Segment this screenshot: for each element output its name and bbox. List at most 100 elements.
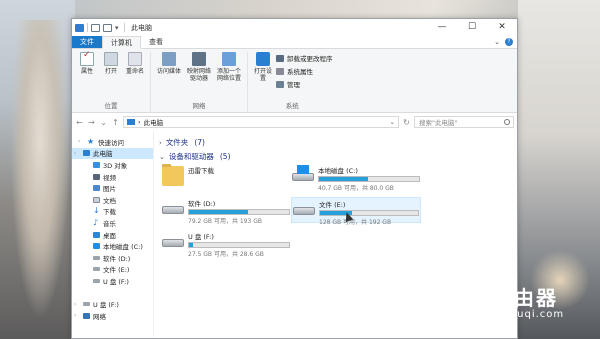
nav-item[interactable]: 文件 (E:) <box>72 264 153 276</box>
back-arrow-icon[interactable]: ← <box>75 118 84 127</box>
new-folder-quick-icon[interactable] <box>103 23 112 32</box>
network-icon <box>83 312 90 319</box>
window-title: 此电脑 <box>131 23 152 32</box>
forward-arrow-icon[interactable]: → <box>87 118 96 127</box>
navigation-pane: › ★ 快速访问 › 此电脑 3D 对象视频图片 文档 ↓ 下载 ♪ 音乐 桌面本地磁盘 (C:) 软件… <box>72 131 154 337</box>
open-button[interactable]: 打开 <box>100 52 122 100</box>
help-icon[interactable]: ? <box>505 38 513 46</box>
ribbon-group-system: 打开设置 卸载或更改程序 系统属性 管理 系统 <box>248 52 337 112</box>
drive-icon <box>93 255 100 260</box>
map-network-drive-button[interactable]: 映射网络驱动器 <box>185 52 213 100</box>
folders-section-label: 文件夹 <box>165 138 189 147</box>
chevron-right-icon: › <box>138 118 141 126</box>
star-icon: ★ <box>87 136 95 146</box>
network-location-icon <box>222 52 236 66</box>
nav-item-label: 本地磁盘 (C:) <box>103 243 143 252</box>
system-properties-button[interactable]: 系统属性 <box>276 66 333 76</box>
folder-icon <box>162 164 184 187</box>
capacity-text: 40.7 GB 可用，共 80.0 GB <box>318 185 394 192</box>
capacity-bar <box>188 209 290 215</box>
chevron-down-icon[interactable]: ▾ <box>115 24 121 32</box>
nav-item-label: 文件 (E:) <box>103 266 130 275</box>
nav-item[interactable]: › 此电脑 <box>72 147 153 160</box>
open-icon <box>104 52 118 66</box>
nav-item-label: 视频 <box>103 173 116 182</box>
devices-section-label: 设备和驱动器 <box>168 152 214 161</box>
chevron-down-icon[interactable]: ⌄ <box>390 118 398 126</box>
open-settings-button[interactable]: 打开设置 <box>252 52 274 100</box>
watermark-cn: 路由器 <box>492 285 558 310</box>
chevron-right-icon[interactable]: › <box>74 150 80 157</box>
nav-item[interactable]: 桌面 <box>72 229 153 241</box>
nav-item[interactable]: 图片 <box>72 182 153 194</box>
nav-item[interactable]: U 盘 (F:) <box>72 275 153 287</box>
nav-item[interactable]: 软件 (D:) <box>72 252 153 264</box>
windows-drive-icon <box>292 165 314 187</box>
system-properties-icon <box>276 67 284 75</box>
drive-icon <box>293 199 315 221</box>
chevron-right-icon[interactable]: › <box>78 138 84 145</box>
close-button[interactable]: ✕ <box>487 19 517 36</box>
tile-name: 软件 (D:) <box>188 200 216 208</box>
manage-button[interactable]: 管理 <box>276 79 333 89</box>
nav-item[interactable]: › U 盘 (F:) <box>72 298 153 310</box>
address-path: 此电脑 <box>143 119 164 127</box>
add-network-location-button[interactable]: 添加一个网络位置 <box>215 52 243 100</box>
chevron-right-icon[interactable]: › <box>74 301 80 308</box>
uninstall-program-button[interactable]: 卸载或更改程序 <box>276 53 333 63</box>
nav-item[interactable]: 3D 对象 <box>72 159 153 171</box>
chevron-down-icon[interactable]: ⌄ <box>494 38 500 46</box>
drive-tile[interactable]: U 盘 (F:) 27.5 GB 可用，共 28.6 GB <box>161 230 291 258</box>
desktop-icon <box>93 231 100 238</box>
folders-section-header[interactable]: › 文件夹 (7) <box>159 137 517 148</box>
pictures-icon <box>93 185 100 192</box>
search-icon <box>504 119 510 125</box>
nav-item[interactable]: › 网络 <box>72 310 153 322</box>
rename-label: 重命名 <box>125 68 144 75</box>
site-watermark: 路由器 luyouqi.com <box>454 278 594 328</box>
nav-item[interactable]: 本地磁盘 (C:) <box>72 240 153 252</box>
maximize-button[interactable]: ☐ <box>457 19 487 36</box>
nav-item-label: 图片 <box>103 185 116 194</box>
properties-button[interactable]: 属性 <box>76 52 98 100</box>
folders-section-count: (7) <box>194 138 205 147</box>
properties-quick-icon[interactable] <box>91 23 100 32</box>
address-field[interactable]: › 此电脑 ⌄ <box>123 116 399 128</box>
nav-item[interactable]: ↓ 下载 <box>72 206 153 218</box>
capacity-text: 79.2 GB 可用，共 193 GB <box>188 218 262 225</box>
manage-label: 管理 <box>287 81 300 89</box>
router-logo-icon <box>454 288 488 318</box>
nav-item[interactable]: 视频 <box>72 171 153 183</box>
tile-name: 迅雷下载 <box>188 167 214 175</box>
nav-item[interactable]: › ★ 快速访问 <box>72 136 153 148</box>
ribbon-group-network: 访问媒体 映射网络驱动器 添加一个网络位置 网络 <box>151 52 248 112</box>
nav-item[interactable]: 文档 <box>72 194 153 206</box>
tab-file[interactable]: 文件 <box>72 36 102 48</box>
nav-item-label: 网络 <box>93 312 106 321</box>
folder-tile[interactable]: 迅雷下载 <box>161 164 291 190</box>
add-network-location-label: 添加一个网络位置 <box>216 68 241 82</box>
nav-item-label: 音乐 <box>103 219 116 228</box>
nav-item-label: U 盘 (F:) <box>93 301 119 310</box>
capacity-bar-fill <box>319 177 368 181</box>
devices-section-header[interactable]: ⌄ 设备和驱动器 (5) <box>159 151 517 162</box>
minimize-button[interactable]: — <box>427 19 457 36</box>
up-arrow-icon[interactable]: ↑ <box>111 118 120 127</box>
chevron-right-icon[interactable]: › <box>74 312 80 319</box>
drive-tile[interactable]: 本地磁盘 (C:) 40.7 GB 可用，共 80.0 GB <box>291 164 421 192</box>
tab-computer[interactable]: 计算机 <box>102 36 141 49</box>
search-input[interactable]: 搜索"此电脑" <box>414 116 514 128</box>
drive-tile[interactable]: 文件 (E:) 128 GB 可用，共 192 GB <box>291 197 421 226</box>
rename-button[interactable]: 重命名 <box>124 52 146 100</box>
tab-view[interactable]: 查看 <box>141 36 171 48</box>
group-label-location: 位置 <box>104 102 118 110</box>
refresh-icon[interactable]: ↻ <box>402 118 411 127</box>
media-icon <box>162 52 176 66</box>
manage-icon <box>276 80 284 88</box>
access-media-button[interactable]: 访问媒体 <box>155 52 183 100</box>
recent-chevron-icon[interactable]: ⌄ <box>99 118 108 127</box>
drive-tile[interactable]: 软件 (D:) 79.2 GB 可用，共 193 GB <box>161 197 291 225</box>
nav-item[interactable]: ♪ 音乐 <box>72 217 153 229</box>
group-label-system: 系统 <box>285 102 299 110</box>
